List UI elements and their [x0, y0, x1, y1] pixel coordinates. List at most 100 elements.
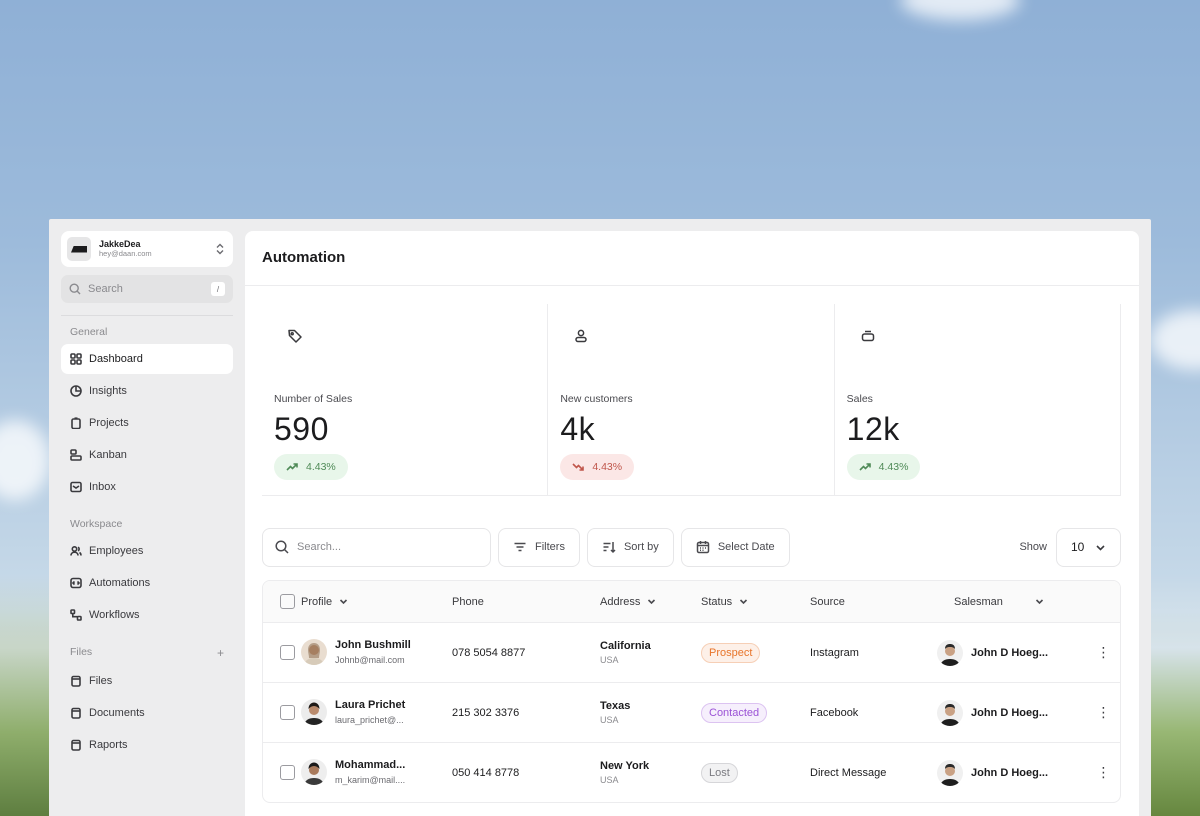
- column-header-salesman[interactable]: Salesman: [937, 596, 1087, 608]
- profile-name: Mohammad...: [335, 759, 406, 771]
- chevron-down-icon: [1035, 599, 1043, 605]
- sidebar-item-label: Insights: [89, 385, 127, 397]
- app-window: JakkeDea hey@daan.com Search / General D…: [49, 219, 1151, 816]
- status-badge: Lost: [701, 762, 738, 783]
- divider: [61, 315, 233, 316]
- workflow-icon: [70, 609, 82, 621]
- address-city: California: [600, 640, 651, 652]
- avatar: [301, 699, 327, 726]
- table-search-placeholder: Search...: [297, 541, 342, 553]
- filters-button[interactable]: Filters: [498, 527, 580, 567]
- salesman-avatar: [937, 699, 963, 726]
- main-panel: Automation Number of Sales 590 4.43% New…: [245, 231, 1139, 816]
- sidebar-item-documents[interactable]: Documents: [61, 698, 233, 728]
- trend-badge: 4.43%: [274, 454, 348, 480]
- sidebar-item-workflows[interactable]: Workflows: [61, 600, 233, 630]
- account-email: hey@daan.com: [99, 248, 152, 258]
- sidebar-item-files[interactable]: Files: [61, 666, 233, 696]
- address-country: USA: [600, 775, 619, 785]
- source-cell: Direct Message: [810, 766, 887, 779]
- sidebar-item-projects[interactable]: Projects: [61, 408, 233, 438]
- column-header-profile[interactable]: Profile: [301, 596, 451, 608]
- select-date-button[interactable]: Select Date: [680, 527, 790, 567]
- sidebar-item-kanban[interactable]: Kanban: [61, 440, 233, 470]
- sidebar-item-label: Dashboard: [89, 353, 143, 365]
- status-badge: Prospect: [701, 642, 761, 663]
- column-header-phone: Phone: [452, 595, 484, 608]
- sidebar-item-employees[interactable]: Employees: [61, 536, 233, 566]
- avatar: [301, 759, 327, 786]
- source-cell: Instagram: [810, 646, 859, 659]
- chevron-down-icon: [1096, 544, 1105, 551]
- stat-card-number-of-sales: Number of Sales 590 4.43%: [262, 304, 549, 495]
- address-city: Texas: [600, 700, 631, 712]
- sidebar-item-raports[interactable]: Raports: [61, 730, 233, 760]
- search-shortcut-key: /: [211, 282, 225, 296]
- cloud: [900, 0, 1020, 20]
- report-icon: [71, 739, 81, 751]
- inbox-icon: [70, 481, 82, 493]
- sidebar-item-dashboard[interactable]: Dashboard: [61, 344, 233, 374]
- column-header-status[interactable]: Status: [701, 596, 810, 608]
- stats-row: Number of Sales 590 4.43% New customers …: [262, 304, 1121, 496]
- stat-value: 4k: [560, 411, 596, 447]
- clipboard-icon: [71, 417, 81, 429]
- file-icon: [71, 675, 81, 687]
- avatar: [301, 639, 327, 666]
- filter-icon: [514, 542, 526, 552]
- profile-email: Johnb@mail.com: [335, 654, 405, 665]
- more-options-icon[interactable]: ⋮: [1097, 644, 1111, 660]
- salesman-avatar: [937, 759, 963, 786]
- section-title-workspace: Workspace: [70, 518, 123, 530]
- sort-by-button[interactable]: Sort by: [586, 527, 674, 567]
- section-title-general: General: [70, 326, 108, 338]
- profile-email: laura_prichet@...: [335, 714, 404, 725]
- stat-card-new-customers: New customers 4k 4.43%: [548, 304, 835, 495]
- sidebar-item-label: Raports: [89, 739, 128, 751]
- user-icon: [575, 329, 588, 343]
- table-row[interactable]: John Bushmill Johnb@mail.com 078 5054 88…: [263, 622, 1120, 682]
- pie-chart-icon: [70, 385, 82, 397]
- sidebar-item-label: Projects: [89, 417, 129, 429]
- sidebar-item-label: Files: [89, 675, 113, 687]
- add-file-button[interactable]: +: [217, 646, 224, 660]
- row-checkbox[interactable]: [280, 765, 295, 780]
- cloud: [0, 420, 50, 500]
- kanban-icon: [70, 449, 82, 461]
- sidebar-item-label: Automations: [89, 577, 151, 589]
- row-checkbox[interactable]: [280, 705, 295, 720]
- row-checkbox[interactable]: [280, 645, 295, 660]
- table-search-input[interactable]: Search...: [262, 527, 491, 567]
- table-header: Profile Phone Address Status Source Sale…: [263, 581, 1120, 622]
- address-country: USA: [600, 655, 619, 665]
- trend-down-icon: [572, 463, 585, 471]
- column-header-source: Source: [810, 595, 845, 608]
- salesman-name: John D Hoeg...: [971, 766, 1048, 779]
- sidebar-item-label: Documents: [89, 707, 145, 719]
- stat-value: 12k: [846, 411, 900, 447]
- status-badge: Contacted: [701, 702, 768, 723]
- stat-card-sales: Sales 12k 4.43%: [835, 304, 1121, 495]
- more-options-icon[interactable]: ⋮: [1097, 764, 1111, 780]
- phone-cell: 078 5054 8877: [452, 646, 526, 659]
- cloud: [1150, 310, 1200, 370]
- sidebar-item-inbox[interactable]: Inbox: [61, 472, 233, 502]
- trend-up-icon: [859, 463, 871, 471]
- more-options-icon[interactable]: ⋮: [1097, 704, 1111, 720]
- table-row[interactable]: Laura Prichet laura_prichet@... 215 302 …: [263, 682, 1120, 742]
- chevron-up-down-icon: [216, 243, 224, 255]
- account-switcher[interactable]: JakkeDea hey@daan.com: [61, 231, 233, 267]
- sidebar-search-input[interactable]: Search /: [61, 275, 233, 303]
- table-row[interactable]: Mohammad... m_karim@mail.... 050 414 877…: [263, 742, 1120, 802]
- rows-per-page-select[interactable]: 10: [1056, 527, 1121, 567]
- phone-cell: 215 302 3376: [452, 706, 520, 719]
- search-icon: [275, 540, 289, 554]
- chevron-down-icon: [340, 599, 348, 605]
- sidebar-item-automations[interactable]: Automations: [61, 568, 233, 598]
- sidebar-item-label: Employees: [89, 545, 144, 557]
- column-header-address[interactable]: Address: [600, 596, 701, 608]
- calendar-icon: [696, 541, 710, 554]
- select-all-checkbox[interactable]: [280, 594, 295, 609]
- sidebar: JakkeDea hey@daan.com Search / General D…: [49, 219, 245, 816]
- sidebar-item-insights[interactable]: Insights: [61, 376, 233, 406]
